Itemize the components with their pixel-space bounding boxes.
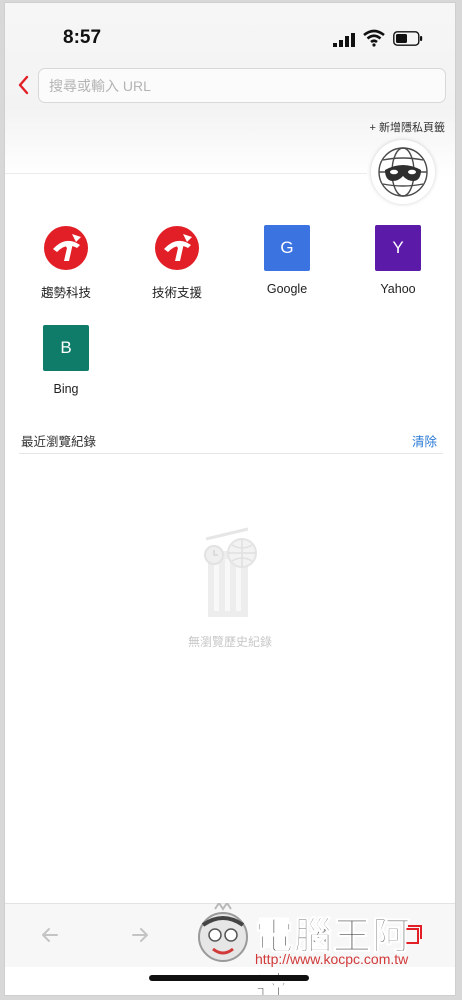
mascot-logo-icon [198,903,248,962]
address-row [5,67,455,107]
recent-history-title: 最近瀏覽紀錄 [21,435,97,449]
home-indicator[interactable] [149,975,309,981]
shortcut-label: 技術支援 [151,286,202,300]
new-private-tab-button[interactable]: + 新增隱私頁籤 [370,119,445,135]
header-divider [5,173,367,174]
shortcut-yahoo[interactable]: Y Yahoo [348,225,448,296]
shortcut-label: Google [266,282,308,296]
browser-window: 8:57 + 新增隱私頁籤 [4,2,456,996]
watermark: 電腦王阿達 http://www.kocpc.com.tw [191,901,449,995]
shortcut-google[interactable]: G Google [237,225,337,296]
battery-icon [393,31,423,46]
google-letter-icon: G [264,225,310,271]
url-box [38,68,446,103]
shortcut-label: Bing [53,382,79,396]
status-bar: 8:57 [5,3,455,65]
shortcut-tech-support[interactable]: 技術支援 [127,225,227,301]
back-arrow-icon[interactable] [37,922,63,948]
url-input[interactable] [39,69,445,102]
wifi-icon [363,29,385,47]
private-mask-icon [376,145,430,199]
history-trash-icon [204,527,257,617]
shortcut-bing[interactable]: B Bing [16,325,116,396]
shortcut-label: 趨勢科技 [40,286,91,300]
trend-micro-logo-icon [43,225,89,271]
forward-arrow-icon[interactable] [127,922,153,948]
status-time: 8:57 [63,27,102,48]
back-chevron-icon[interactable] [15,73,31,97]
recent-divider [19,453,443,454]
shortcut-trend-micro[interactable]: 趨勢科技 [16,225,116,301]
cellular-signal-icon [333,33,355,47]
bing-letter-icon: B [43,325,89,371]
empty-history-text: 無瀏覽歷史紀錄 [187,635,272,649]
yahoo-letter-icon: Y [375,225,421,271]
shortcut-label: Yahoo [380,282,416,296]
clear-history-button[interactable]: 清除 [412,431,437,450]
watermark-url: http://www.kocpc.com.tw [255,951,409,967]
trend-micro-logo-icon [154,225,200,271]
private-mode-button[interactable] [371,140,435,204]
